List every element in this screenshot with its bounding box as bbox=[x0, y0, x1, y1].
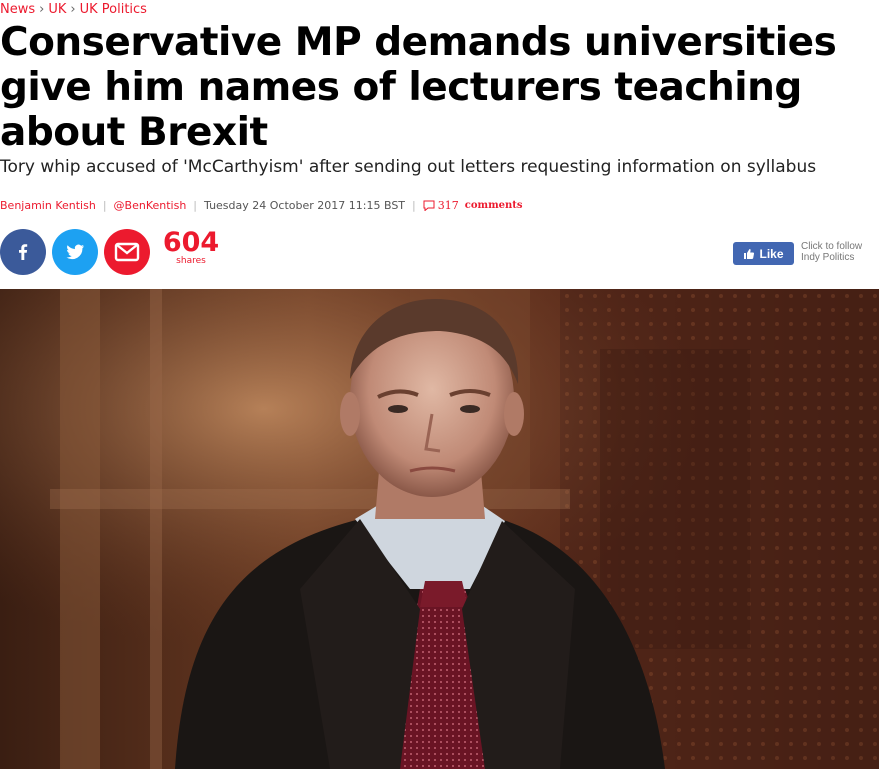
divider: | bbox=[102, 199, 107, 212]
share-count: 604 shares bbox=[162, 229, 220, 266]
breadcrumb: News › UK › UK Politics bbox=[0, 2, 147, 17]
like-label: Like bbox=[759, 246, 784, 261]
follow-prompt: Click to follow Indy Politics bbox=[801, 241, 879, 263]
twitter-share-button[interactable] bbox=[52, 229, 98, 275]
facebook-like-button[interactable]: Like bbox=[733, 242, 794, 265]
facebook-icon bbox=[19, 244, 28, 260]
twitter-icon bbox=[66, 244, 84, 260]
email-icon bbox=[114, 242, 140, 262]
thumbs-up-icon bbox=[744, 248, 755, 259]
follow-line-2: Indy Politics bbox=[801, 252, 855, 263]
breadcrumb-separator: › bbox=[39, 2, 45, 17]
breadcrumb-uk-politics-link[interactable]: UK Politics bbox=[80, 2, 147, 17]
comment-icon bbox=[423, 200, 435, 211]
email-share-button[interactable] bbox=[104, 229, 150, 275]
byline: Benjamin Kentish | @BenKentish | Tuesday… bbox=[0, 199, 523, 212]
headline-line-1: Conservative MP demands universities bbox=[0, 20, 837, 65]
article-headline: Conservative MP demands universities giv… bbox=[0, 20, 870, 155]
comments-label: comments bbox=[464, 200, 523, 211]
article-hero-image bbox=[0, 289, 879, 769]
share-count-number: 604 bbox=[162, 227, 220, 258]
hero-photo bbox=[0, 289, 879, 769]
follow-line-1: Click to follow bbox=[801, 241, 863, 252]
headline-line-3: about Brexit bbox=[0, 110, 268, 155]
breadcrumb-separator: › bbox=[70, 2, 76, 17]
article-standfirst: Tory whip accused of 'McCarthyism' after… bbox=[0, 157, 817, 177]
author-link[interactable]: Benjamin Kentish bbox=[0, 199, 96, 212]
comments-link[interactable]: 317 comments bbox=[423, 199, 523, 212]
comments-count: 317 bbox=[437, 199, 459, 212]
divider: | bbox=[193, 199, 198, 212]
breadcrumb-news-link[interactable]: News bbox=[0, 2, 35, 17]
author-twitter-link[interactable]: @BenKentish bbox=[114, 199, 187, 212]
share-count-label: shares bbox=[176, 256, 206, 266]
headline-line-2: give him names of lecturers teaching bbox=[0, 65, 802, 110]
publish-date: Tuesday 24 October 2017 11:15 BST bbox=[204, 199, 406, 212]
facebook-share-button[interactable] bbox=[0, 229, 46, 275]
divider: | bbox=[412, 199, 416, 212]
breadcrumb-uk-link[interactable]: UK bbox=[48, 2, 66, 17]
